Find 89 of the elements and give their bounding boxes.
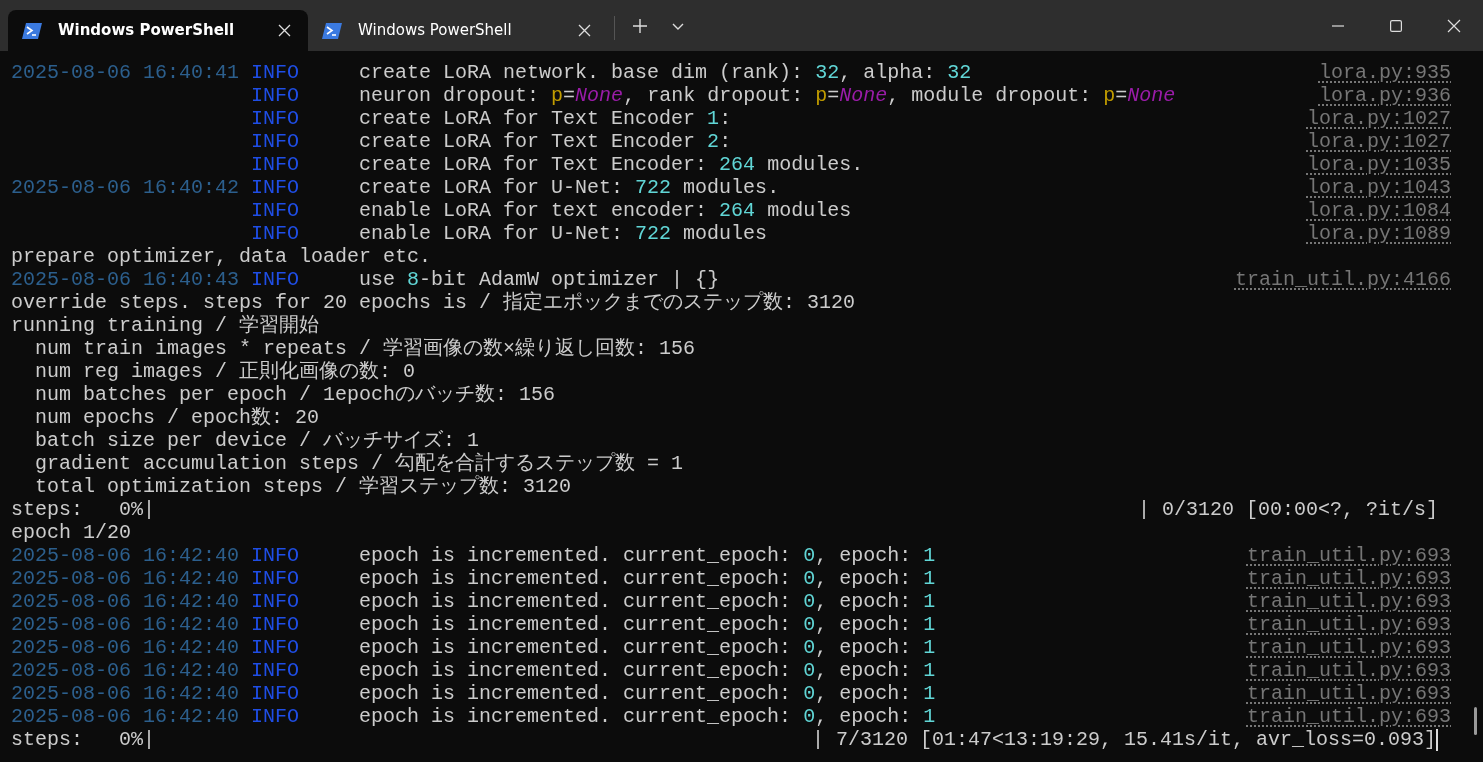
source-link[interactable]: train_util.py:693 bbox=[1246, 682, 1451, 705]
log-timestamp: 2025-08-06 16:42:40 bbox=[11, 705, 241, 728]
log-timestamp: 2025-08-06 16:40:43 bbox=[11, 268, 241, 291]
terminal-tab[interactable]: Windows PowerShell bbox=[8, 10, 308, 51]
log-timestamp: 2025-08-06 16:42:40 bbox=[11, 590, 241, 613]
maximize-icon bbox=[1390, 19, 1402, 32]
source-link[interactable]: lora.py:1035 bbox=[1306, 153, 1451, 176]
scrollbar-thumb[interactable] bbox=[1474, 707, 1477, 735]
log-level: INFO bbox=[251, 567, 301, 590]
log-timestamp: 2025-08-06 16:42:40 bbox=[11, 613, 241, 636]
log-timestamp: 2025-08-06 16:42:40 bbox=[11, 659, 241, 682]
log-message: enable LoRA for text encoder: 264 modules bbox=[359, 199, 852, 222]
log-level: INFO bbox=[251, 682, 301, 705]
log-timestamp: 2025-08-06 16:42:40 bbox=[11, 544, 241, 567]
log-message: epoch is incremented. current_epoch: 0, epoch: 1 bbox=[359, 613, 936, 636]
close-icon bbox=[277, 24, 291, 37]
close-icon bbox=[1447, 18, 1461, 33]
log-message: epoch is incremented. current_epoch: 0, epoch: 1 bbox=[359, 567, 936, 590]
output-line: epoch 1/20 bbox=[11, 521, 132, 544]
source-link[interactable]: lora.py:1027 bbox=[1306, 130, 1451, 153]
log-timestamp: 2025-08-06 16:42:40 bbox=[11, 682, 241, 705]
log-message: epoch is incremented. current_epoch: 0, epoch: 1 bbox=[359, 636, 936, 659]
log-level: INFO bbox=[251, 107, 301, 130]
terminal-tab[interactable]: Windows PowerShell bbox=[308, 10, 608, 51]
log-level: INFO bbox=[251, 590, 301, 613]
log-level: INFO bbox=[251, 153, 301, 176]
log-level: INFO bbox=[251, 84, 301, 107]
log-level: INFO bbox=[251, 659, 301, 682]
progress-status: | 7/3120 [01:47<13:19:29, 15.41s/it, avr_loss=0.093] bbox=[811, 728, 1436, 751]
source-link[interactable]: lora.py:935 bbox=[1318, 61, 1451, 84]
log-timestamp: 2025-08-06 16:42:40 bbox=[11, 567, 241, 590]
log-message: epoch is incremented. current_epoch: 0, epoch: 1 bbox=[359, 659, 936, 682]
output-line: num train images * repeats / 学習画像の数×繰り返し回数: 156 bbox=[34, 337, 696, 360]
output-line: running training / 学習開始 bbox=[11, 314, 320, 337]
log-message: neuron dropout: p=None, rank dropout: p=None, module dropout: p=None bbox=[359, 84, 1176, 107]
minimize-icon bbox=[1332, 24, 1344, 27]
source-link[interactable]: train_util.py:693 bbox=[1246, 567, 1451, 590]
close-icon bbox=[577, 24, 591, 37]
log-timestamp: 2025-08-06 16:40:41 bbox=[11, 61, 241, 84]
log-message: enable LoRA for U-Net: 722 modules bbox=[359, 222, 768, 245]
output-line: gradient accumulation steps / 勾配を合計するステップ数 = 1 bbox=[34, 452, 684, 475]
output-line: prepare optimizer, data loader etc. bbox=[11, 245, 432, 268]
log-level: INFO bbox=[251, 222, 301, 245]
log-message: epoch is incremented. current_epoch: 0, epoch: 1 bbox=[359, 590, 936, 613]
source-link[interactable]: train_util.py:693 bbox=[1246, 705, 1451, 728]
source-link[interactable]: train_util.py:693 bbox=[1246, 590, 1451, 613]
log-level: INFO bbox=[251, 199, 301, 222]
plus-icon bbox=[633, 19, 647, 33]
output-line: batch size per device / バッチサイズ: 1 bbox=[34, 429, 480, 452]
log-level: INFO bbox=[251, 636, 301, 659]
progress-text: steps: 0%| bbox=[11, 498, 156, 521]
source-link[interactable]: train_util.py:693 bbox=[1246, 636, 1451, 659]
log-level: INFO bbox=[251, 268, 301, 291]
output-line: num reg images / 正則化画像の数: 0 bbox=[34, 360, 416, 383]
log-message: epoch is incremented. current_epoch: 0, epoch: 1 bbox=[359, 705, 936, 728]
log-message: create LoRA network. base dim (rank): 32, alpha: 32 bbox=[359, 61, 972, 84]
output-line: total optimization steps / 学習ステップ数: 3120 bbox=[34, 475, 572, 498]
log-message: create LoRA for Text Encoder 1: bbox=[359, 107, 732, 130]
source-link[interactable]: train_util.py:693 bbox=[1246, 613, 1451, 636]
log-timestamp: 2025-08-06 16:42:40 bbox=[11, 636, 241, 659]
source-link[interactable]: train_util.py:693 bbox=[1246, 659, 1451, 682]
source-link[interactable]: lora.py:1089 bbox=[1306, 222, 1451, 245]
log-message: create LoRA for U-Net: 722 modules. bbox=[359, 176, 780, 199]
progress-text: steps: 0%| bbox=[11, 728, 156, 751]
log-timestamp: 2025-08-06 16:40:42 bbox=[11, 176, 241, 199]
log-level: INFO bbox=[251, 613, 301, 636]
log-level: INFO bbox=[251, 61, 301, 84]
log-message: epoch is incremented. current_epoch: 0, epoch: 1 bbox=[359, 544, 936, 567]
caret-icon bbox=[672, 22, 684, 30]
output-line: override steps. steps for 20 epochs is / 指定エポックまでのステップ数: 3120 bbox=[11, 291, 856, 314]
source-link[interactable]: train_util.py:693 bbox=[1246, 544, 1451, 567]
log-message: use 8-bit AdamW optimizer | {} bbox=[359, 268, 720, 291]
source-link[interactable]: lora.py:1027 bbox=[1306, 107, 1451, 130]
progress-status: | 0/3120 [00:00<?, ?it/s] bbox=[1137, 498, 1438, 521]
log-level: INFO bbox=[251, 130, 301, 153]
output-line: num batches per epoch / 1epochのバッチ数: 156 bbox=[34, 383, 556, 406]
log-level: INFO bbox=[251, 176, 301, 199]
log-message: create LoRA for Text Encoder 2: bbox=[359, 130, 732, 153]
log-message: epoch is incremented. current_epoch: 0, epoch: 1 bbox=[359, 682, 936, 705]
log-level: INFO bbox=[251, 705, 301, 728]
powershell-icon bbox=[322, 22, 342, 39]
output-line: num epochs / epoch数: 20 bbox=[34, 406, 320, 429]
log-level: INFO bbox=[251, 544, 301, 567]
source-link[interactable]: train_util.py:4166 bbox=[1234, 268, 1451, 291]
log-message: create LoRA for Text Encoder: 264 modules. bbox=[359, 153, 864, 176]
source-link[interactable]: lora.py:1084 bbox=[1306, 199, 1451, 222]
source-link[interactable]: lora.py:1043 bbox=[1306, 176, 1451, 199]
source-link[interactable]: lora.py:936 bbox=[1318, 84, 1451, 107]
powershell-icon bbox=[22, 22, 42, 39]
